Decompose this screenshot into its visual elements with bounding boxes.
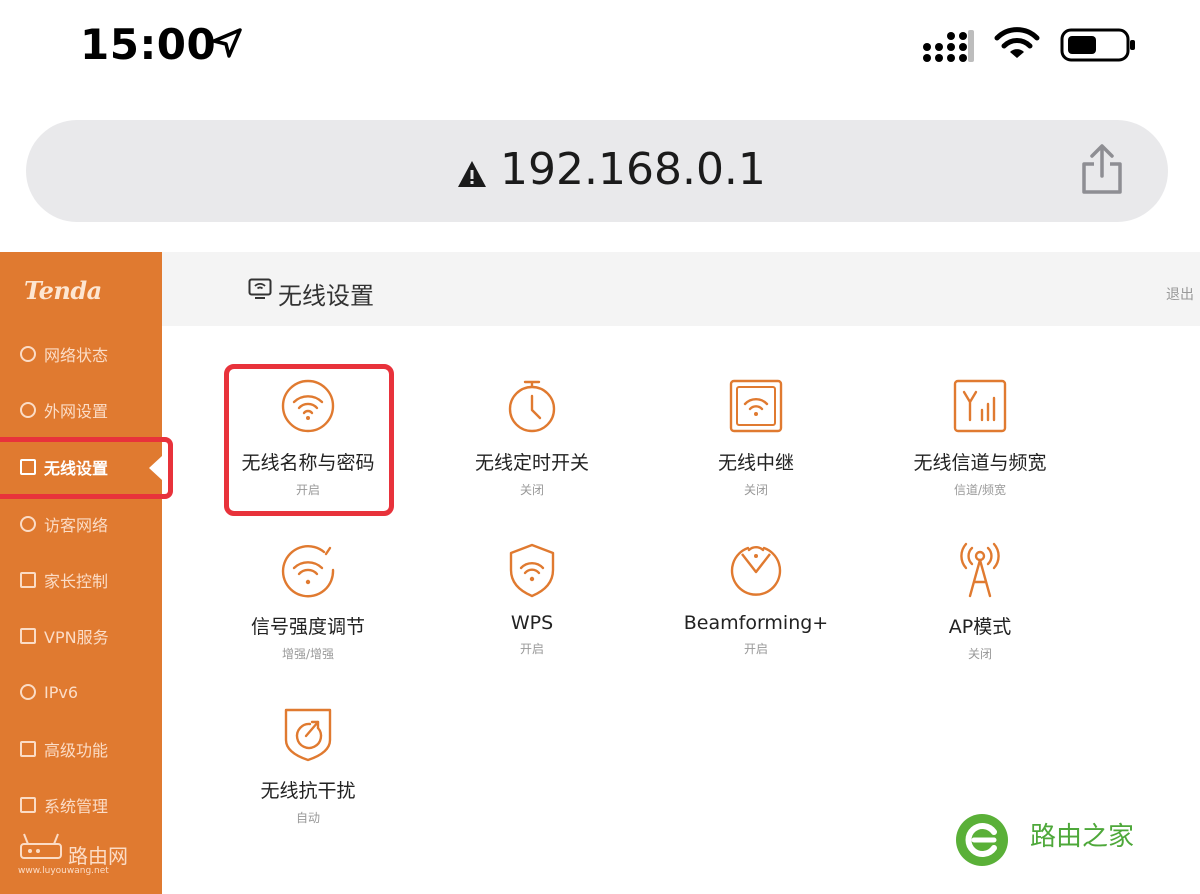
tile-status: 信道/频宽 (953, 483, 1007, 497)
warning-triangle-icon (458, 161, 486, 187)
ipv6-icon (20, 684, 36, 700)
url-text[interactable]: 192.168.0.1 (500, 144, 766, 195)
sidebar-item-label: VPN服务 (44, 628, 109, 647)
cellular-signal-icon (923, 30, 974, 62)
address-bar[interactable]: 192.168.0.1 (26, 120, 1168, 222)
tile-label: 无线中继 (717, 452, 794, 474)
router-watermark-icon (20, 833, 62, 859)
tile-ap-mode[interactable]: AP模式 关闭 (865, 542, 1095, 662)
tile-channel-bandwidth[interactable]: 无线信道与频宽 信道/频宽 (865, 378, 1095, 498)
anti-interference-icon (284, 708, 332, 762)
logout-link[interactable]: 退出 (1166, 284, 1194, 304)
tile-status: 关闭 (519, 483, 544, 497)
tile-wps[interactable]: WPS 开启 (417, 542, 647, 657)
wifi-icon (994, 27, 1040, 58)
vpn-icon (20, 628, 36, 644)
sidebar-item-label: 访客网络 (44, 516, 109, 535)
sidebar-item-label: 系统管理 (44, 797, 109, 816)
tile-wireless-timer[interactable]: 无线定时开关 关闭 (417, 378, 647, 498)
parental-control-icon (20, 572, 36, 588)
internet-settings-icon (20, 402, 36, 418)
tile-beamforming[interactable]: Beamforming+ 开启 (641, 542, 871, 657)
tile-label: AP模式 (948, 616, 1012, 638)
beamforming-icon (730, 545, 782, 596)
watermark-text: 路由之家 (1030, 822, 1135, 852)
router-admin-page: Tenda 网络状态 外网设置 无线设置 访客网络 家长控制 VPN服务 IPv… (0, 252, 1200, 894)
sidebar-item-vpn[interactable]: VPN服务 (0, 616, 162, 656)
sidebar-item-label: 外网设置 (44, 402, 109, 421)
tile-status: 关闭 (743, 483, 768, 497)
luyouzhijia-logo-icon (956, 814, 1008, 866)
wps-shield-icon (509, 543, 555, 598)
sidebar-item-system[interactable]: 系统管理 (0, 785, 162, 825)
tile-status: 自动 (295, 811, 320, 825)
luyouzhijia-watermark: 路由之家 (954, 812, 1134, 872)
tile-status: 关闭 (967, 647, 992, 661)
system-icon (20, 797, 36, 813)
tile-label: Beamforming+ (683, 612, 829, 634)
battery-icon (1060, 28, 1135, 62)
status-time: 15:00 (80, 20, 217, 69)
tile-status: 增强/增强 (281, 647, 335, 661)
advanced-icon (20, 741, 36, 757)
ap-antenna-icon (960, 542, 1000, 598)
sidebar-item-guest-network[interactable]: 访客网络 (0, 504, 162, 544)
tile-highlight-box (224, 364, 394, 516)
sidebar-item-label: 高级功能 (44, 741, 109, 760)
luyouwang-watermark: 路由网 www.luyouwang.net (18, 832, 128, 876)
sidebar-item-ipv6[interactable]: IPv6 (0, 672, 162, 712)
watermark-url: www.luyouwang.net (18, 866, 109, 876)
sidebar: Tenda 网络状态 外网设置 无线设置 访客网络 家长控制 VPN服务 IPv… (0, 252, 162, 894)
channel-bandwidth-icon (953, 379, 1007, 433)
tile-label: 信号强度调节 (250, 616, 365, 638)
tile-status: 开启 (743, 642, 768, 656)
status-bar: 15:00 (0, 0, 1200, 92)
tile-anti-interference[interactable]: 无线抗干扰 自动 (193, 706, 423, 826)
tile-wireless-repeater[interactable]: 无线中继 关闭 (641, 378, 871, 498)
tile-label: 无线抗干扰 (260, 780, 356, 802)
sidebar-item-parental-control[interactable]: 家长控制 (0, 560, 162, 600)
location-arrow-icon (212, 28, 242, 58)
tile-label: 无线定时开关 (474, 452, 589, 474)
tile-signal-strength[interactable]: 信号强度调节 增强/增强 (193, 542, 423, 662)
active-item-highlight-box (0, 437, 173, 499)
sidebar-item-internet-settings[interactable]: 外网设置 (0, 390, 162, 430)
tenda-logo: Tenda (24, 276, 102, 305)
sidebar-item-label: 家长控制 (44, 572, 109, 591)
content-header: 无线设置 退出 (162, 252, 1200, 326)
sidebar-item-label: 网络状态 (44, 346, 109, 365)
tile-status: 开启 (519, 642, 544, 656)
wifi-repeater-icon (729, 379, 783, 433)
page-title: 无线设置 (278, 282, 374, 310)
globe-icon (20, 346, 36, 362)
sidebar-item-advanced[interactable]: 高级功能 (0, 729, 162, 769)
timer-icon (508, 380, 556, 433)
share-icon[interactable] (1078, 142, 1126, 198)
guest-icon (20, 516, 36, 532)
sidebar-item-label: IPv6 (44, 682, 79, 702)
tile-label: WPS (510, 612, 554, 634)
sidebar-item-network-status[interactable]: 网络状态 (0, 334, 162, 374)
signal-strength-icon (281, 545, 335, 598)
watermark-text: 路由网 (68, 844, 128, 868)
tile-label: 无线信道与频宽 (913, 452, 1047, 474)
wireless-settings-icon (248, 278, 272, 299)
